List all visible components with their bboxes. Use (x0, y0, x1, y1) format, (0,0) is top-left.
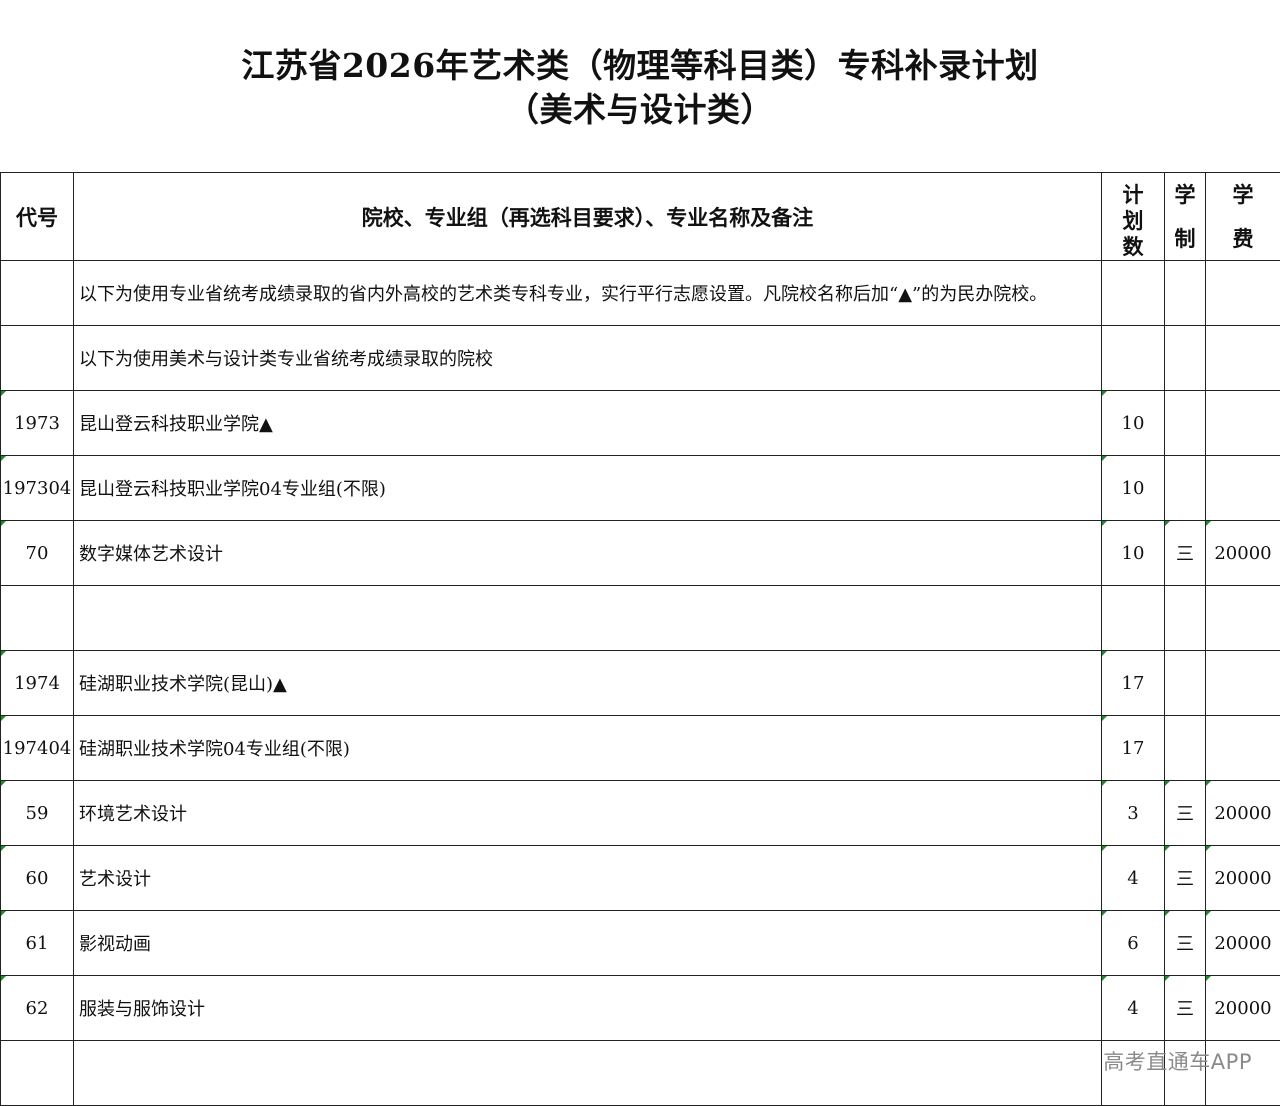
cell-plan: 4 (1102, 846, 1165, 911)
cell-plan (1102, 586, 1165, 651)
cell-fee (1206, 261, 1280, 326)
header-plan-char-1: 计 (1123, 182, 1144, 208)
cell-code (1, 261, 74, 326)
cell-plan: 4 (1102, 976, 1165, 1041)
cell-years (1165, 261, 1206, 326)
cell-name: 以下为使用专业省统考成绩录取的省内外高校的艺术类专科专业，实行平行志愿设置。凡院… (74, 261, 1102, 326)
cell-fee: 20000 (1206, 846, 1280, 911)
header-fee-char-1: 学 (1233, 182, 1254, 208)
cell-code: 1973 (1, 391, 74, 456)
cell-code: 197304 (1, 456, 74, 521)
cell-code (1, 1041, 74, 1106)
page-title: 江苏省2026年艺术类（物理等科目类）专科补录计划 （美术与设计类） (0, 44, 1280, 132)
cell-fee: 20000 (1206, 521, 1280, 586)
cell-years: 三 (1165, 976, 1206, 1041)
cell-code (1, 326, 74, 391)
cell-name: 数字媒体艺术设计 (74, 521, 1102, 586)
header-fee: 学 费 (1206, 173, 1280, 261)
cell-fee (1206, 391, 1280, 456)
cell-code: 197404 (1, 716, 74, 781)
cell-plan: 6 (1102, 911, 1165, 976)
cell-name: 硅湖职业技术学院(昆山)▲ (74, 651, 1102, 716)
cell-years: 三 (1165, 846, 1206, 911)
cell-name: 昆山登云科技职业学院04专业组(不限) (74, 456, 1102, 521)
cell-plan: 3 (1102, 781, 1165, 846)
cell-years (1165, 326, 1206, 391)
cell-code: 60 (1, 846, 74, 911)
cell-plan: 17 (1102, 716, 1165, 781)
cell-fee (1206, 326, 1280, 391)
cell-fee: 20000 (1206, 781, 1280, 846)
header-plan-char-3: 数 (1123, 234, 1144, 260)
cell-code: 61 (1, 911, 74, 976)
cell-name: 影视动画 (74, 911, 1102, 976)
header-years-char-2: 制 (1175, 226, 1196, 252)
cell-name (74, 1041, 1102, 1106)
cell-years (1165, 391, 1206, 456)
cell-name: 环境艺术设计 (74, 781, 1102, 846)
table-row: 61 影视动画 6 三 20000 (1, 911, 1280, 976)
cell-years (1165, 651, 1206, 716)
cell-fee: 20000 (1206, 911, 1280, 976)
title-line-2: （美术与设计类） (0, 88, 1280, 132)
table-row: 1973 昆山登云科技职业学院▲ 10 (1, 391, 1280, 456)
cell-code: 70 (1, 521, 74, 586)
table-row: 60 艺术设计 4 三 20000 (1, 846, 1280, 911)
header-plan: 计 划 数 (1102, 173, 1165, 261)
table-row: 197304 昆山登云科技职业学院04专业组(不限) 10 (1, 456, 1280, 521)
table-row: 197404 硅湖职业技术学院04专业组(不限) 17 (1, 716, 1280, 781)
header-fee-char-2: 费 (1233, 226, 1254, 252)
table-row: 59 环境艺术设计 3 三 20000 (1, 781, 1280, 846)
cell-fee (1206, 586, 1280, 651)
cell-years (1165, 586, 1206, 651)
cell-name: 艺术设计 (74, 846, 1102, 911)
table-row: 以下为使用美术与设计类专业省统考成绩录取的院校 (1, 326, 1280, 391)
cell-name: 以下为使用美术与设计类专业省统考成绩录取的院校 (74, 326, 1102, 391)
cell-plan: 10 (1102, 456, 1165, 521)
cell-years: 三 (1165, 521, 1206, 586)
header-years-char-1: 学 (1175, 182, 1196, 208)
header-plan-char-2: 划 (1123, 208, 1144, 234)
cell-code: 59 (1, 781, 74, 846)
header-code: 代号 (1, 173, 74, 261)
cell-code: 1974 (1, 651, 74, 716)
cell-years (1165, 716, 1206, 781)
cell-fee (1206, 716, 1280, 781)
cell-code (1, 586, 74, 651)
table-row: 70 数字媒体艺术设计 10 三 20000 (1, 521, 1280, 586)
cell-plan: 17 (1102, 651, 1165, 716)
cell-name: 昆山登云科技职业学院▲ (74, 391, 1102, 456)
cell-plan (1102, 261, 1165, 326)
cell-plan: 10 (1102, 521, 1165, 586)
cell-fee: 20000 (1206, 976, 1280, 1041)
table-row: 1974 硅湖职业技术学院(昆山)▲ 17 (1, 651, 1280, 716)
cell-fee (1206, 456, 1280, 521)
cell-name (74, 586, 1102, 651)
enrollment-plan-table: 代号 院校、专业组（再选科目要求）、专业名称及备注 计 划 数 学 制 学 费 (0, 172, 1280, 1106)
table-row (1, 586, 1280, 651)
table-header-row: 代号 院校、专业组（再选科目要求）、专业名称及备注 计 划 数 学 制 学 费 (1, 173, 1280, 261)
cell-years: 三 (1165, 781, 1206, 846)
table-row: 以下为使用专业省统考成绩录取的省内外高校的艺术类专科专业，实行平行志愿设置。凡院… (1, 261, 1280, 326)
table-row: 62 服装与服饰设计 4 三 20000 (1, 976, 1280, 1041)
cell-name: 硅湖职业技术学院04专业组(不限) (74, 716, 1102, 781)
cell-code: 62 (1, 976, 74, 1041)
watermark: 高考直通车APP (1103, 1046, 1252, 1076)
cell-plan (1102, 326, 1165, 391)
title-line-1: 江苏省2026年艺术类（物理等科目类）专科补录计划 (0, 44, 1280, 88)
cell-years: 三 (1165, 911, 1206, 976)
cell-plan: 10 (1102, 391, 1165, 456)
header-name: 院校、专业组（再选科目要求）、专业名称及备注 (74, 173, 1102, 261)
cell-fee (1206, 651, 1280, 716)
table-row (1, 1041, 1280, 1106)
cell-name: 服装与服饰设计 (74, 976, 1102, 1041)
cell-years (1165, 456, 1206, 521)
header-years: 学 制 (1165, 173, 1206, 261)
